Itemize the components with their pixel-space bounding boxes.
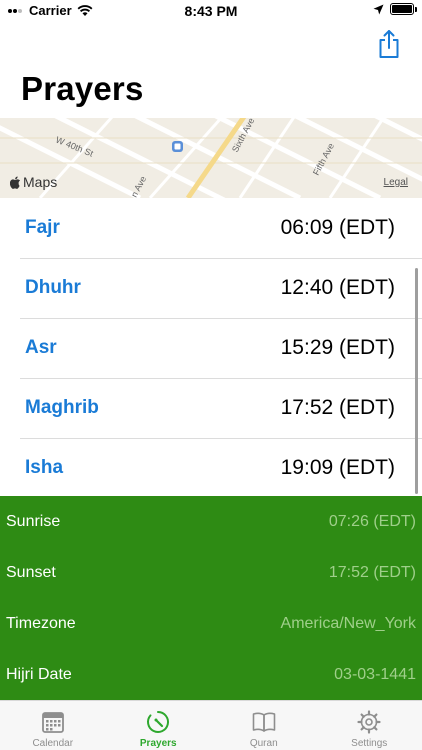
maps-logo: Maps (10, 174, 57, 190)
info-value: 07:26 (EDT) (328, 512, 416, 530)
sun-info-panel: Sunrise 07:26 (EDT) Sunset 17:52 (EDT) T… (0, 496, 422, 700)
gear-icon (357, 710, 381, 734)
info-row-sunset: Sunset 17:52 (EDT) (0, 547, 422, 598)
map-view[interactable]: W 40th St Sixth Ave Fifth Ave n Ave Maps… (0, 118, 422, 198)
info-label: Hijri Date (6, 665, 72, 683)
info-label: Timezone (6, 614, 76, 632)
page-title: Prayers (21, 70, 144, 107)
prayer-row-dhuhr[interactable]: Dhuhr 12:40 (EDT) (0, 258, 422, 318)
tab-calendar[interactable]: Calendar (0, 701, 106, 750)
prayer-name: Isha (25, 457, 64, 478)
prayer-list: Fajr 06:09 (EDT) Dhuhr 12:40 (EDT) Asr 1… (0, 198, 422, 498)
apple-logo-icon (10, 176, 20, 189)
tab-settings[interactable]: Settings (317, 701, 422, 750)
tab-prayers[interactable]: Prayers (106, 701, 212, 750)
prayer-time: 17:52 (EDT) (280, 396, 395, 419)
location-arrow-icon (373, 4, 384, 14)
prayer-time: 19:09 (EDT) (280, 456, 395, 479)
status-bar: Carrier 8:43 PM (0, 0, 422, 22)
tab-quran[interactable]: Quran (211, 701, 317, 750)
info-row-timezone: Timezone America/New_York (0, 598, 422, 649)
prayer-row-isha[interactable]: Isha 19:09 (EDT) (0, 438, 422, 498)
info-value: America/New_York (280, 614, 416, 632)
info-value: 03-03-1441 (334, 665, 416, 683)
book-icon (252, 712, 276, 732)
info-row-hijri-date: Hijri Date 03-03-1441 (0, 649, 422, 700)
tab-label: Quran (249, 738, 278, 749)
tab-label: Prayers (139, 738, 177, 749)
prayer-time: 06:09 (EDT) (280, 216, 395, 239)
info-row-sunrise: Sunrise 07:26 (EDT) (0, 496, 422, 547)
info-label: Sunrise (6, 512, 61, 530)
status-time: 8:43 PM (184, 3, 238, 19)
prayer-row-maghrib[interactable]: Maghrib 17:52 (EDT) (0, 378, 422, 438)
status-right (373, 3, 417, 15)
calendar-icon (41, 712, 64, 733)
prayer-time: 12:40 (EDT) (280, 276, 395, 299)
battery-icon (390, 3, 417, 15)
prayer-row-asr[interactable]: Asr 15:29 (EDT) (0, 318, 422, 378)
tab-label: Settings (351, 738, 388, 749)
share-icon[interactable] (376, 29, 402, 59)
prayer-name: Asr (25, 337, 57, 358)
scroll-indicator[interactable] (415, 268, 418, 494)
maps-logo-text: Maps (23, 174, 58, 190)
map-streets: W 40th St Sixth Ave Fifth Ave n Ave (0, 118, 422, 198)
prayer-name: Fajr (25, 217, 60, 238)
prayer-name: Maghrib (25, 397, 99, 418)
compass-icon (147, 711, 170, 733)
info-value: 17:52 (EDT) (328, 563, 416, 581)
tab-bar: Calendar Prayers Quran Settings (0, 700, 422, 750)
tab-label: Calendar (32, 738, 74, 749)
prayer-time: 15:29 (EDT) (280, 336, 395, 359)
prayer-row-fajr[interactable]: Fajr 06:09 (EDT) (0, 198, 422, 258)
prayer-name: Dhuhr (25, 277, 81, 298)
info-label: Sunset (6, 563, 56, 581)
legal-link[interactable]: Legal (384, 177, 408, 188)
